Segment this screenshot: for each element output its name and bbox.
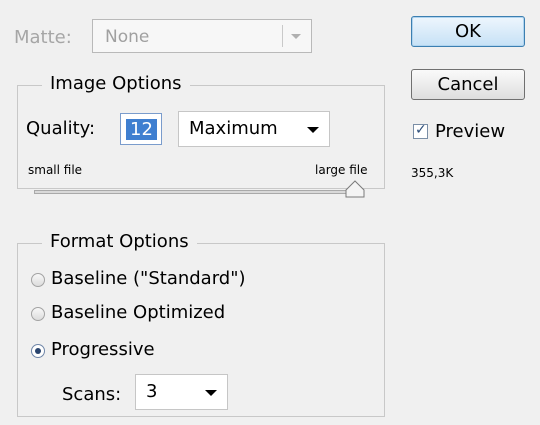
scans-select[interactable]: 3 bbox=[135, 374, 228, 410]
matte-label: Matte: bbox=[14, 27, 72, 48]
chevron-down-icon bbox=[205, 390, 217, 396]
chevron-down-icon bbox=[291, 34, 301, 39]
preview-label[interactable]: Preview bbox=[435, 121, 505, 142]
quality-label: Quality: bbox=[26, 118, 96, 139]
quality-slider[interactable] bbox=[34, 190, 363, 194]
scans-value: 3 bbox=[146, 381, 158, 402]
slider-thumb-icon[interactable] bbox=[345, 180, 365, 198]
large-file-label: large file bbox=[315, 163, 368, 177]
matte-value: None bbox=[105, 27, 150, 47]
matte-select[interactable]: None bbox=[92, 19, 312, 53]
small-file-label: small file bbox=[28, 163, 83, 177]
radio-baseline-optimized[interactable] bbox=[31, 307, 45, 321]
preview-checkbox[interactable]: ✓ bbox=[413, 122, 428, 139]
format-options-title: Format Options bbox=[42, 231, 197, 252]
quality-preset-value: Maximum bbox=[189, 118, 278, 139]
quality-preset-select[interactable]: Maximum bbox=[178, 111, 330, 147]
chevron-down-icon bbox=[307, 127, 319, 133]
checkmark-icon: ✓ bbox=[415, 122, 427, 138]
image-options-title: Image Options bbox=[42, 73, 190, 94]
radio-label-progressive[interactable]: Progressive bbox=[51, 339, 155, 360]
file-size-readout: 355,3K bbox=[411, 166, 454, 180]
cancel-button[interactable]: Cancel bbox=[411, 69, 525, 100]
radio-progressive[interactable] bbox=[31, 344, 45, 358]
ok-button[interactable]: OK bbox=[411, 16, 525, 47]
radio-baseline-standard[interactable] bbox=[31, 273, 45, 287]
radio-label-baseline-optimized[interactable]: Baseline Optimized bbox=[51, 302, 225, 323]
matte-divider bbox=[282, 25, 283, 47]
scans-label: Scans: bbox=[62, 384, 122, 405]
radio-label-baseline-standard[interactable]: Baseline ("Standard") bbox=[51, 268, 246, 289]
quality-value: 12 bbox=[126, 119, 157, 140]
quality-input[interactable]: 12 bbox=[120, 113, 162, 145]
